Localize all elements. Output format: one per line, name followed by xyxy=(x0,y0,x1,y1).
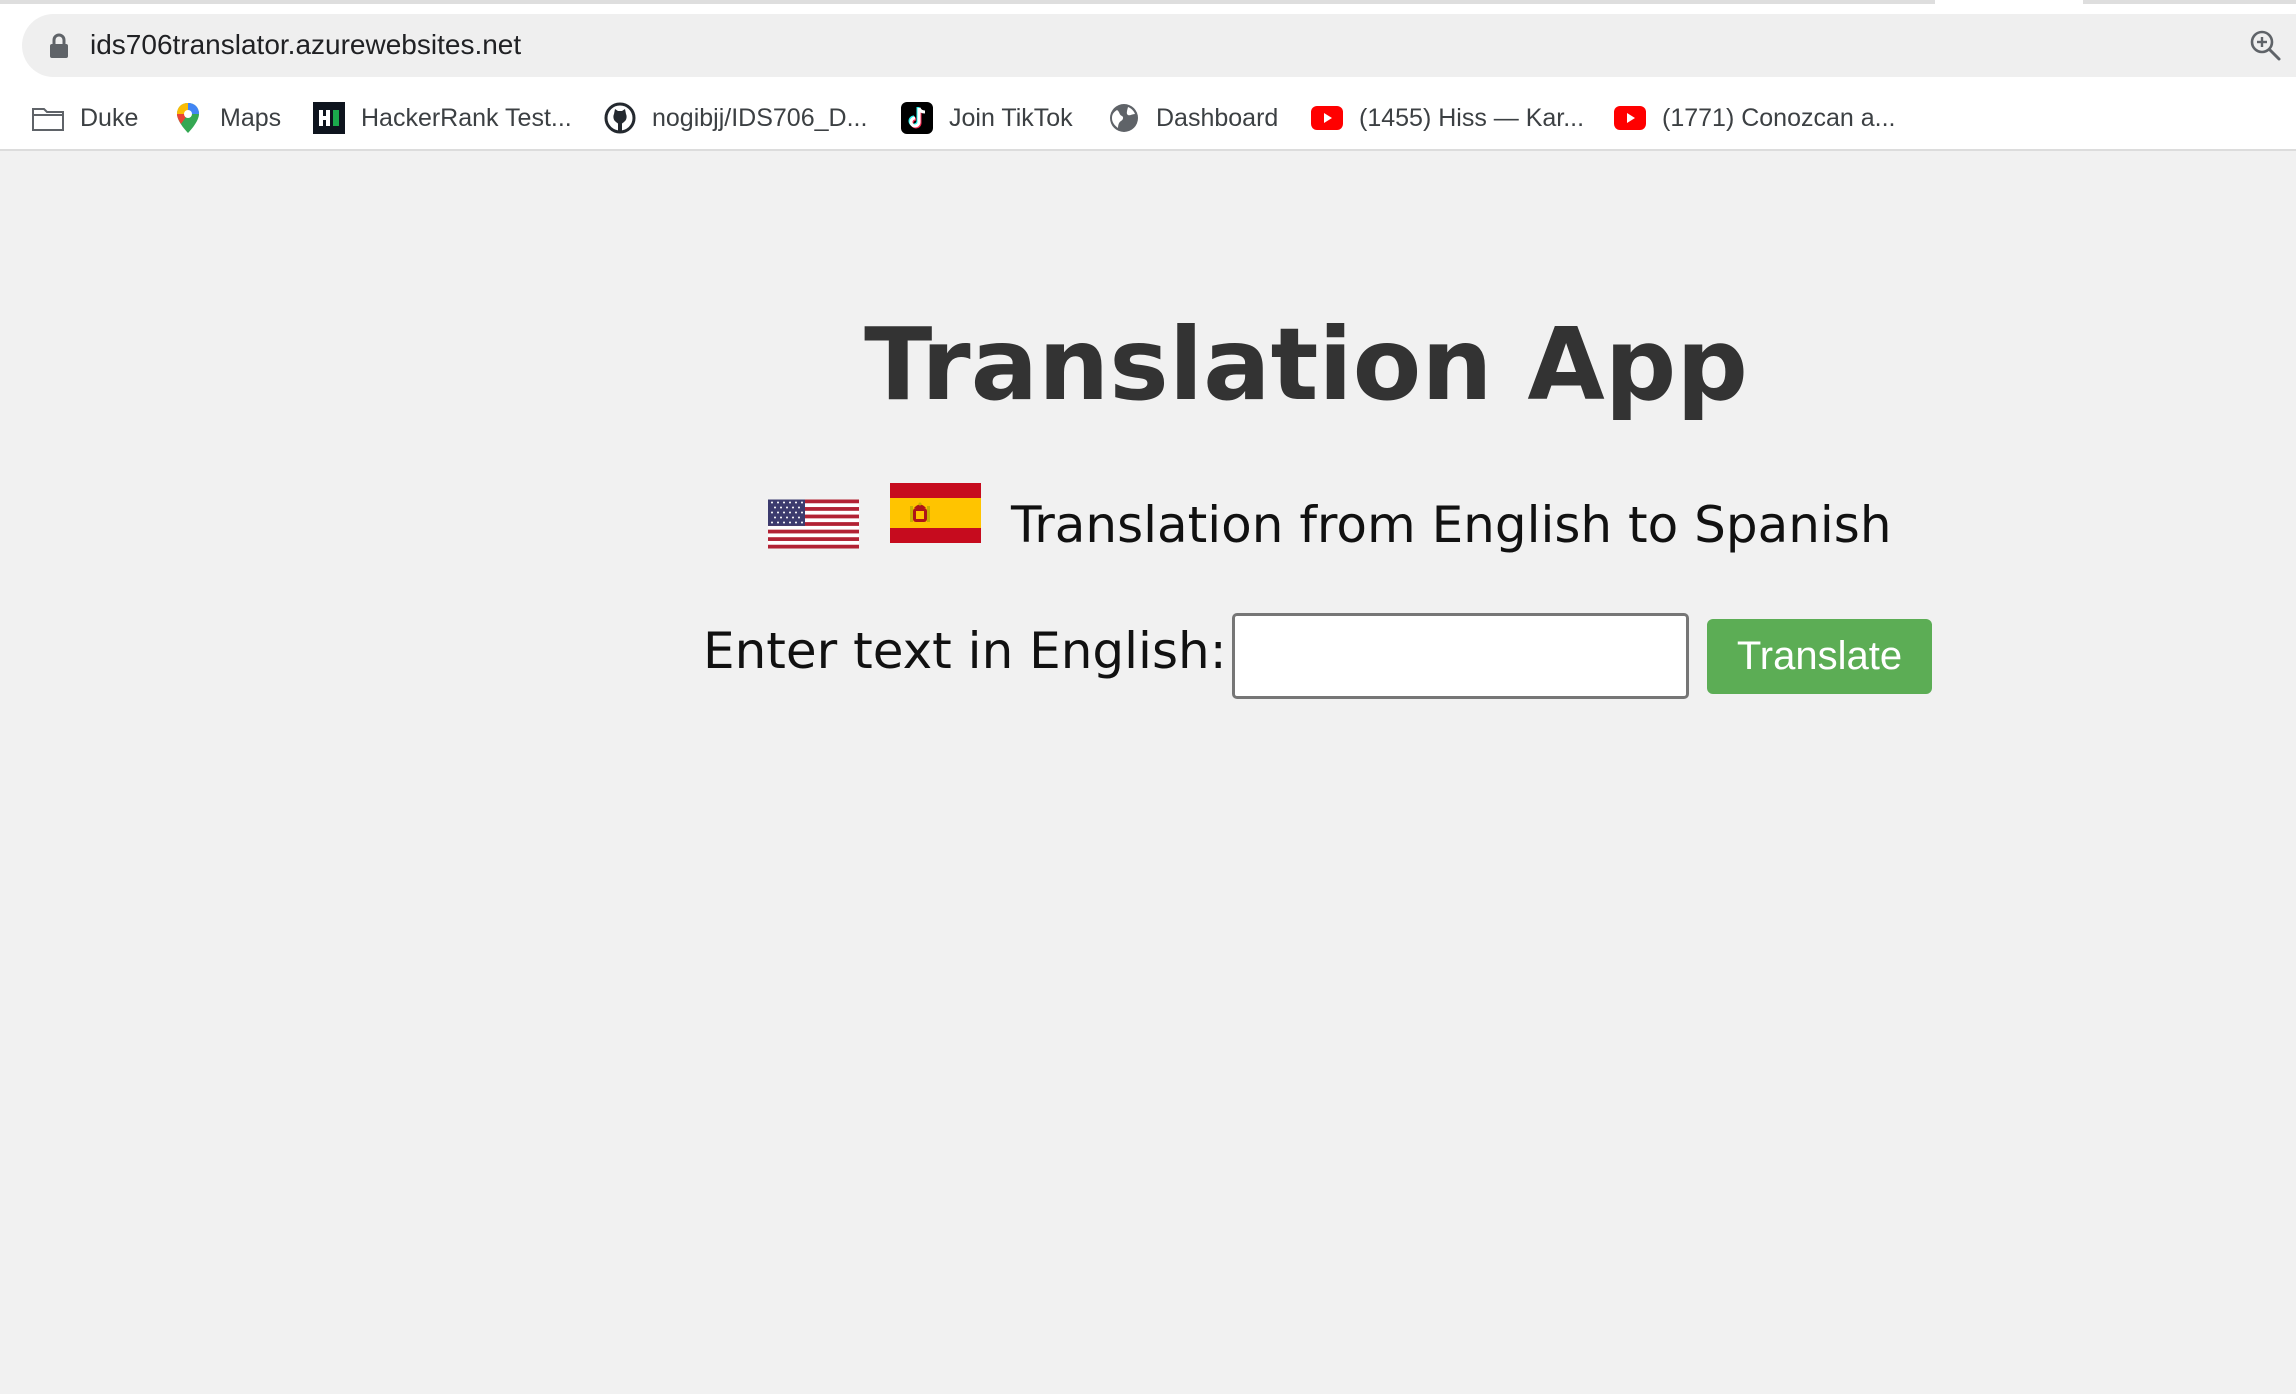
bookmark-label: Join TikTok xyxy=(949,103,1073,132)
tiktok-icon xyxy=(901,102,933,134)
hackerrank-icon xyxy=(313,102,345,134)
lock-icon xyxy=(50,33,68,58)
bookmark-duke[interactable]: Duke xyxy=(32,96,138,140)
tab-strip xyxy=(0,0,2296,4)
tab-divider xyxy=(0,0,1935,4)
url-text[interactable]: ids706translator.azurewebsites.net xyxy=(90,29,521,61)
folder-icon xyxy=(32,102,64,134)
bookmark-youtube-hiss[interactable]: (1455) Hiss — Kar... xyxy=(1311,96,1584,140)
bookmark-label: nogibjj/IDS706_D... xyxy=(652,103,868,132)
address-bar[interactable]: ids706translator.azurewebsites.net xyxy=(22,14,2296,77)
bookmark-label: HackerRank Test... xyxy=(361,103,572,132)
bookmark-label: Duke xyxy=(80,103,139,132)
bookmark-github[interactable]: nogibjj/IDS706_D... xyxy=(604,96,867,140)
english-text-input[interactable] xyxy=(1232,613,1689,699)
bookmark-maps[interactable]: Maps xyxy=(172,96,281,140)
bookmark-label: (1771) Conozcan a... xyxy=(1662,103,1896,132)
page-title: Translation App xyxy=(864,306,1748,423)
subtitle: Translation from English to Spanish xyxy=(1011,496,1892,554)
us-flag xyxy=(768,499,859,549)
youtube-icon xyxy=(1614,102,1646,134)
zoom-icon[interactable] xyxy=(2248,28,2282,62)
bookmark-hackerrank[interactable]: HackerRank Test... xyxy=(313,96,572,140)
bookmark-tiktok[interactable]: Join TikTok xyxy=(901,96,1073,140)
google-maps-icon xyxy=(172,102,204,134)
bookmarks-bar: Duke Maps HackerRank Test... nogibjj/IDS… xyxy=(0,96,2296,140)
github-icon xyxy=(604,102,636,134)
youtube-icon xyxy=(1311,102,1343,134)
bookmark-label: Dashboard xyxy=(1156,103,1279,132)
bookmark-youtube-conozcan[interactable]: (1771) Conozcan a... xyxy=(1614,96,1895,140)
bookmark-label: (1455) Hiss — Kar... xyxy=(1359,103,1585,132)
browser-chrome: ids706translator.azurewebsites.net Duke xyxy=(0,0,2296,151)
translate-button[interactable]: Translate xyxy=(1707,619,1932,694)
globe-icon xyxy=(1108,102,1140,134)
bookmark-label: Maps xyxy=(220,103,282,132)
bookmark-dashboard[interactable]: Dashboard xyxy=(1108,96,1278,140)
tab-divider xyxy=(2083,0,2296,4)
input-label: Enter text in English: xyxy=(703,622,1227,680)
spain-flag xyxy=(890,483,981,543)
